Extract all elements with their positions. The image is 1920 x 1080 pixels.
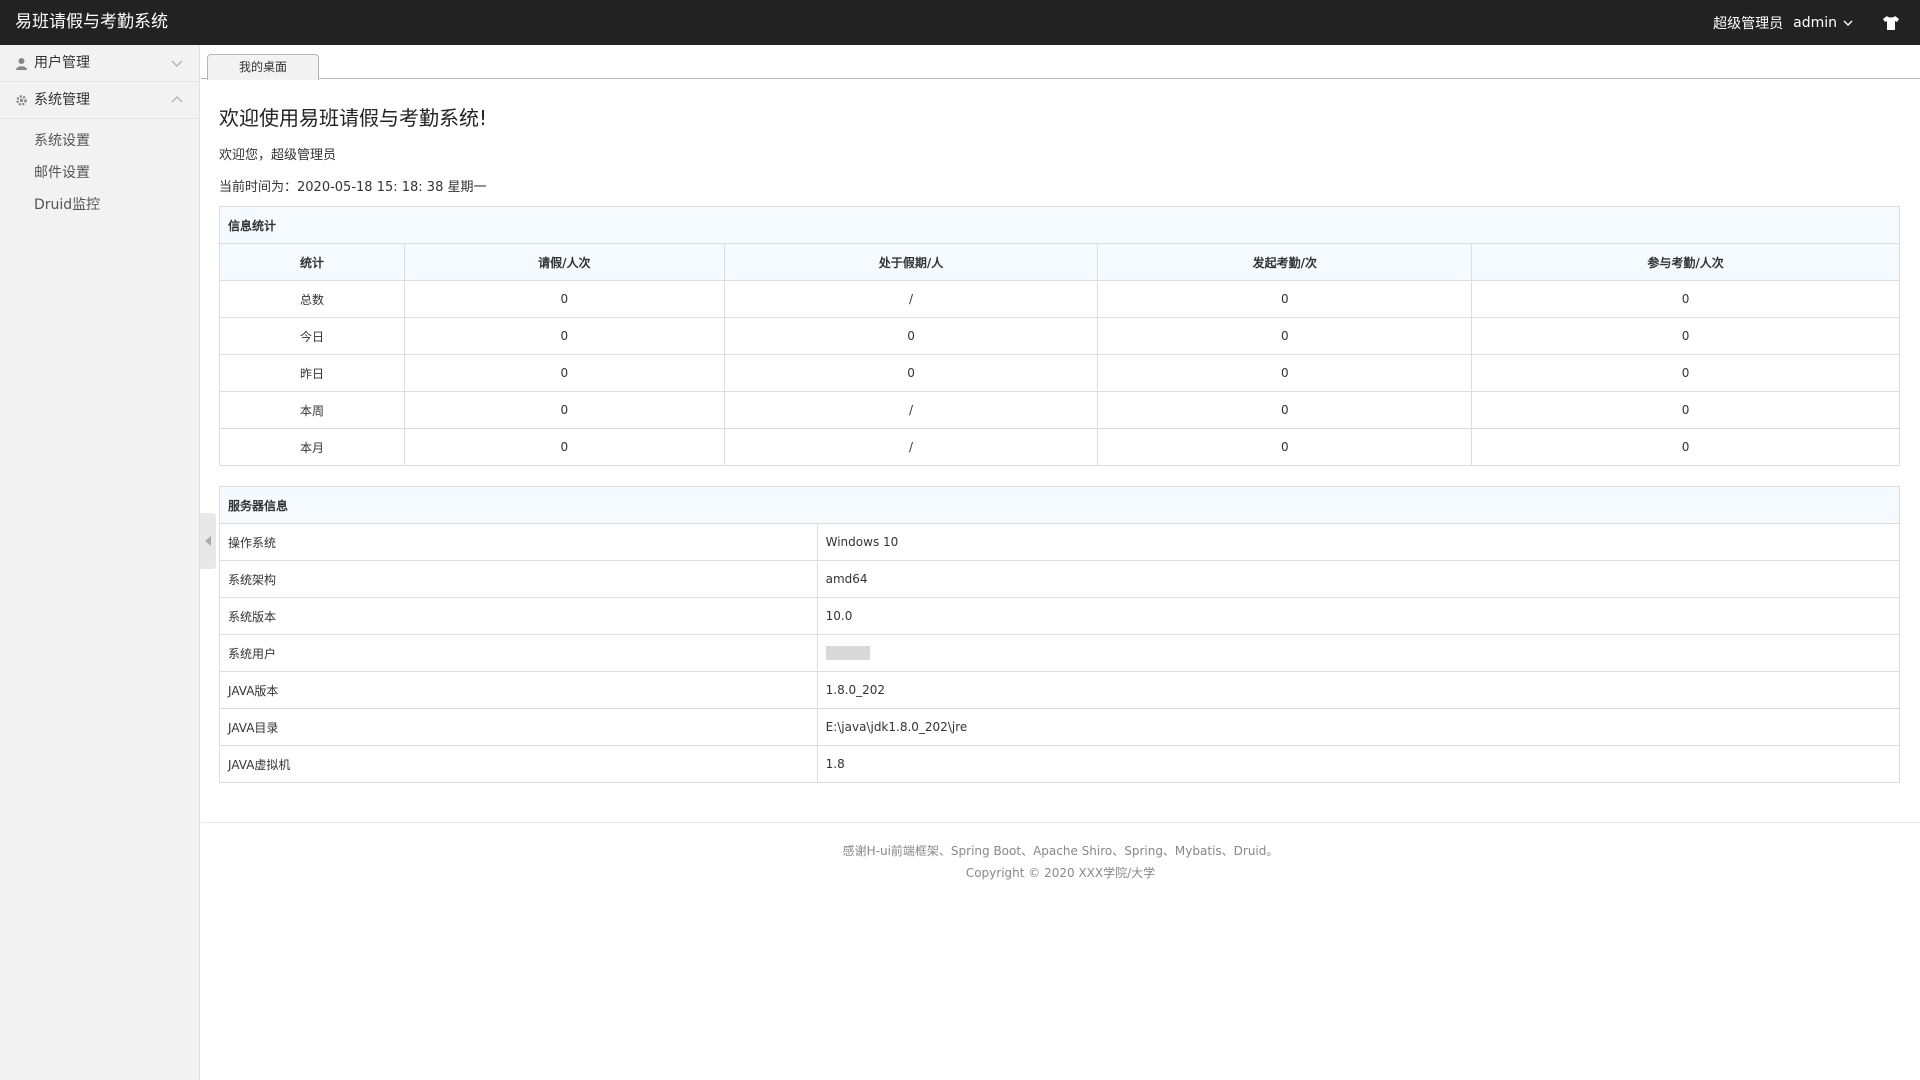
table-cell: 0	[1097, 428, 1473, 466]
tab-my-desktop[interactable]: 我的桌面	[207, 54, 319, 80]
welcome-text: 欢迎您，超级管理员	[219, 148, 337, 163]
table-row: JAVA目录 E:\java\jdk1.8.0_202\jre	[219, 708, 1901, 746]
table-cell: JAVA目录	[219, 708, 818, 746]
top-right-area: 超级管理员 admin	[1713, 0, 1900, 45]
app-title[interactable]: 易班请假与考勤系统	[15, 0, 168, 45]
table-cell: 系统用户	[219, 634, 818, 672]
gear-icon	[16, 94, 27, 106]
table-row: 本月 0 / 0 0	[219, 428, 1900, 466]
table-cell: 0	[403, 280, 725, 318]
chevron-up-icon	[171, 96, 183, 103]
tab-strip: 我的桌面	[201, 45, 1920, 80]
column-header: 请假/人次	[403, 243, 725, 281]
table-cell: 0	[723, 317, 1099, 355]
table-caption: 信息统计	[219, 206, 1900, 244]
sidebar-item-mail-settings[interactable]: 邮件设置	[0, 157, 199, 189]
table-cell: 0	[1471, 354, 1900, 392]
sidebar: 用户管理 系统管理 系统设置 邮件设置 Druid监控	[0, 45, 200, 1080]
table-cell: 昨日	[219, 354, 405, 392]
table-cell: /	[723, 391, 1099, 429]
sidebar-menu-user-management[interactable]: 用户管理	[0, 45, 199, 82]
main-content: 欢迎使用易班请假与考勤系统! 欢迎您，超级管理员 当前时间为：2020-05-1…	[201, 80, 1920, 1080]
sidebar-item-system-settings[interactable]: 系统设置	[0, 125, 199, 157]
table-cell: 系统版本	[219, 597, 818, 635]
table-cell: 1.8	[816, 745, 1901, 783]
table-cell: 0	[1471, 280, 1900, 318]
current-time: 当前时间为：2020-05-18 15: 18: 38 星期一	[219, 176, 486, 195]
footer-credits: 感谢H-ui前端框架、Spring Boot、Apache Shiro、Spri…	[842, 844, 1279, 858]
page-title: 欢迎使用易班请假与考勤系统!	[219, 106, 488, 130]
table-cell: 1.8.0_202	[816, 671, 1901, 709]
redacted-value	[825, 646, 870, 661]
table-cell: 系统架构	[219, 560, 818, 598]
sidebar-menu-label: 用户管理	[34, 54, 90, 71]
current-time-value: 2020-05-18 15: 18: 38 星期一	[297, 180, 487, 195]
table-caption: 服务器信息	[219, 486, 1900, 524]
table-cell: 0	[1471, 317, 1900, 355]
column-header: 参与考勤/人次	[1471, 243, 1900, 281]
table-cell: /	[723, 280, 1099, 318]
table-cell: JAVA版本	[219, 671, 818, 709]
sidebar-submenu-system: 系统设置 邮件设置 Druid监控	[0, 119, 199, 221]
table-row: 系统架构 amd64	[219, 560, 1901, 598]
current-time-label: 当前时间为：	[219, 180, 298, 195]
table-cell: amd64	[816, 560, 1901, 598]
table-cell: 0	[1471, 428, 1900, 466]
table-cell: 0	[1097, 391, 1473, 429]
table-cell: JAVA虚拟机	[219, 745, 818, 783]
username: admin	[1793, 14, 1837, 31]
table-cell: 0	[1097, 280, 1473, 318]
table-cell: 本月	[219, 428, 405, 466]
table-row: 系统用户	[219, 634, 1901, 672]
table-row: 本周 0 / 0 0	[219, 391, 1900, 429]
table-row: 今日 0 0 0 0	[219, 317, 1900, 355]
table-cell: 0	[1097, 354, 1473, 392]
table-cell: 本周	[219, 391, 405, 429]
column-header: 统计	[219, 243, 405, 281]
sidebar-menu-label: 系统管理	[34, 91, 90, 108]
table-cell: 总数	[219, 280, 405, 318]
table-row: 系统版本 10.0	[219, 597, 1901, 635]
info-stats-table: 信息统计 统计 请假/人次 处于假期/人 发起考勤/次 参与考勤/人次 总数 0…	[219, 206, 1900, 466]
chevron-down-icon	[1843, 20, 1853, 26]
footer-copyright: Copyright © 2020 XXX学院/大学	[965, 866, 1156, 880]
top-bar: 易班请假与考勤系统 超级管理员 admin	[0, 0, 1920, 45]
table-cell: 0	[403, 317, 725, 355]
table-row: 操作系统 Windows 10	[219, 523, 1901, 561]
tshirt-icon[interactable]	[1882, 15, 1900, 31]
column-header: 发起考勤/次	[1097, 243, 1473, 281]
user-icon	[16, 57, 27, 70]
table-cell: 0	[1097, 317, 1473, 355]
table-row: 总数 0 / 0 0	[219, 280, 1900, 318]
sidebar-menu-system-management[interactable]: 系统管理	[0, 82, 199, 119]
table-row: JAVA虚拟机 1.8	[219, 745, 1901, 783]
table-cell: 0	[403, 428, 725, 466]
table-cell: 10.0	[816, 597, 1901, 635]
table-cell: /	[723, 428, 1099, 466]
chevron-down-icon	[171, 60, 183, 67]
table-cell: 0	[723, 354, 1099, 392]
table-cell: Windows 10	[816, 523, 1901, 561]
table-row: 昨日 0 0 0 0	[219, 354, 1900, 392]
footer: 感谢H-ui前端框架、Spring Boot、Apache Shiro、Spri…	[201, 840, 1920, 884]
table-cell: 0	[1471, 391, 1900, 429]
server-info-table: 服务器信息 操作系统 Windows 10 系统架构 amd64 系统版本 10…	[219, 486, 1901, 783]
table-cell: 今日	[219, 317, 405, 355]
table-cell: 0	[403, 391, 725, 429]
sidebar-item-druid-monitor[interactable]: Druid监控	[0, 189, 199, 221]
table-cell: E:\java\jdk1.8.0_202\jre	[816, 708, 1901, 746]
table-cell: 0	[403, 354, 725, 392]
user-role: 超级管理员	[1713, 15, 1784, 32]
column-header: 处于假期/人	[723, 243, 1099, 281]
table-cell	[816, 634, 1901, 672]
footer-divider	[201, 822, 1920, 823]
table-cell: 操作系统	[219, 523, 818, 561]
table-row: JAVA版本 1.8.0_202	[219, 671, 1901, 709]
user-menu-toggle[interactable]: admin	[1793, 15, 1854, 31]
